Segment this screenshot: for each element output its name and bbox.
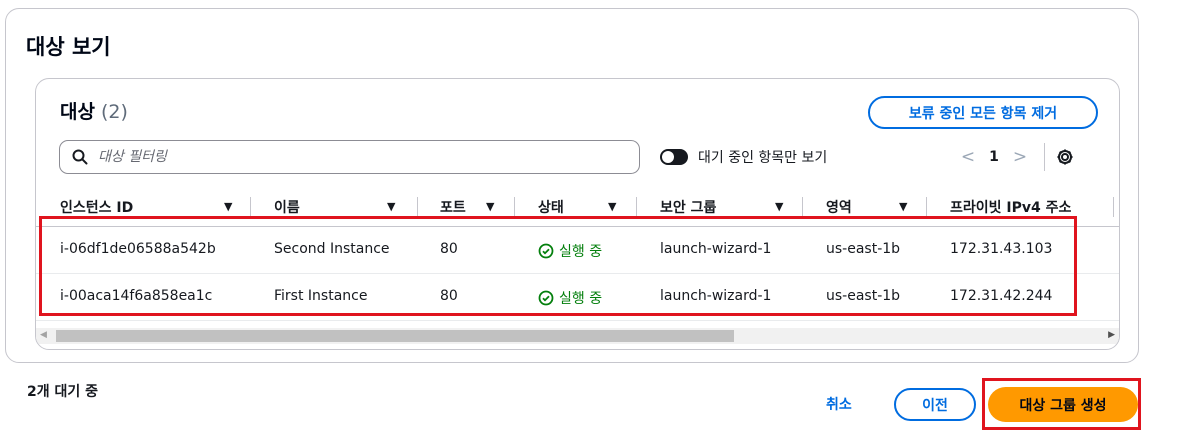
column-label: 상태 [538,200,564,216]
ipv4-cell: 172.31.43.103 [950,241,1053,257]
filter-input[interactable] [98,149,618,165]
create-target-group-button[interactable]: 대상 그룹 생성 [988,387,1138,422]
port-cell: 80 [440,241,458,257]
column-divider[interactable] [514,197,515,217]
column-header-name[interactable]: 이름 ▼ [274,197,414,217]
targets-header: 대상 (2) [60,97,128,124]
targets-table-container: 대상 (2) 보류 중인 모든 항목 제거 대기 중인 항목만 보기 < 1 > [35,78,1120,350]
remove-all-pending-button[interactable]: 보류 중인 모든 항목 제거 [868,96,1098,129]
scroll-right-arrow-icon[interactable]: ▶ [1108,330,1115,340]
status-cell: 실행 중 [538,288,602,308]
sort-down-icon[interactable]: ▼ [387,200,395,213]
column-label: 프라이빗 IPv4 주소 [950,200,1072,216]
port-cell: 80 [440,288,458,304]
column-label: 이름 [274,200,300,216]
sort-down-icon[interactable]: ▼ [899,200,907,213]
column-divider[interactable] [636,197,637,217]
toggle-knob [662,151,674,163]
security-group-cell: launch-wizard-1 [660,288,772,304]
sort-down-icon[interactable]: ▼ [486,200,494,213]
column-header-status[interactable]: 상태 ▼ [538,197,628,217]
instance-id-cell: i-00aca14f6a858ea1c [60,288,213,304]
filter-box[interactable] [59,140,640,174]
check-circle-icon [538,243,554,259]
column-header-port[interactable]: 포트 ▼ [440,197,520,217]
check-circle-icon [538,290,554,306]
column-label: 인스턴스 ID [60,200,134,216]
gear-icon[interactable] [1055,147,1075,167]
targets-title: 대상 [60,101,95,123]
table-row[interactable]: i-00aca14f6a858ea1c First Instance 80 실행… [36,275,1119,321]
instance-id-cell: i-06df1de06588a542b [60,241,216,257]
status-text: 실행 중 [559,291,603,307]
pending-only-toggle-wrap[interactable]: 대기 중인 항목만 보기 [660,147,827,167]
pending-count: 2개 대기 중 [27,384,99,400]
column-header-private-ipv4[interactable]: 프라이빗 IPv4 주소 [950,197,1119,217]
pager-divider [1044,143,1045,171]
column-header-security-group[interactable]: 보안 그룹 ▼ [660,197,800,217]
column-label: 포트 [440,200,466,216]
sort-down-icon[interactable]: ▼ [775,200,783,213]
column-header-zone[interactable]: 영역 ▼ [826,197,916,217]
current-page[interactable]: 1 [980,149,1008,165]
pending-only-label: 대기 중인 항목만 보기 [698,150,828,166]
horizontal-scrollbar[interactable]: ◀ ▶ [36,328,1119,344]
search-icon [72,149,88,165]
zone-cell: us-east-1b [826,241,901,257]
prev-page-button[interactable]: < [956,147,980,167]
sort-down-icon[interactable]: ▼ [608,200,616,213]
column-label: 보안 그룹 [660,200,717,216]
security-group-cell: launch-wizard-1 [660,241,772,257]
column-label: 영역 [826,200,852,216]
column-divider[interactable] [417,197,418,217]
zone-cell: us-east-1b [826,288,901,304]
targets-count: (2) [100,101,128,123]
previous-button[interactable]: 이전 [894,388,976,421]
scrollbar-thumb[interactable] [56,330,734,342]
column-divider[interactable] [1113,197,1114,217]
next-page-button[interactable]: > [1008,147,1032,167]
table-row[interactable]: i-06df1de06588a542b Second Instance 80 실… [36,228,1119,274]
table-header: 인스턴스 ID ▼ 이름 ▼ 포트 ▼ 상태 ▼ 보안 그룹 ▼ 영역 ▼ 프라… [36,189,1119,227]
view-targets-panel: 대상 보기 대상 (2) 보류 중인 모든 항목 제거 대기 중인 항목만 보기… [5,8,1139,363]
section-title: 대상 보기 [26,35,111,59]
ipv4-cell: 172.31.42.244 [950,288,1053,304]
name-cell: Second Instance [274,241,390,257]
status-cell: 실행 중 [538,241,602,261]
name-cell: First Instance [274,288,368,304]
column-divider[interactable] [926,197,927,217]
status-text: 실행 중 [559,244,603,260]
sort-down-icon[interactable]: ▼ [224,200,232,213]
column-divider[interactable] [802,197,803,217]
cancel-button[interactable]: 취소 [826,394,852,414]
scroll-left-arrow-icon[interactable]: ◀ [40,330,47,340]
column-header-instance-id[interactable]: 인스턴스 ID ▼ [60,197,240,217]
column-divider[interactable] [250,197,251,217]
pagination: < 1 > [956,143,1075,171]
pending-only-toggle[interactable] [660,149,688,165]
